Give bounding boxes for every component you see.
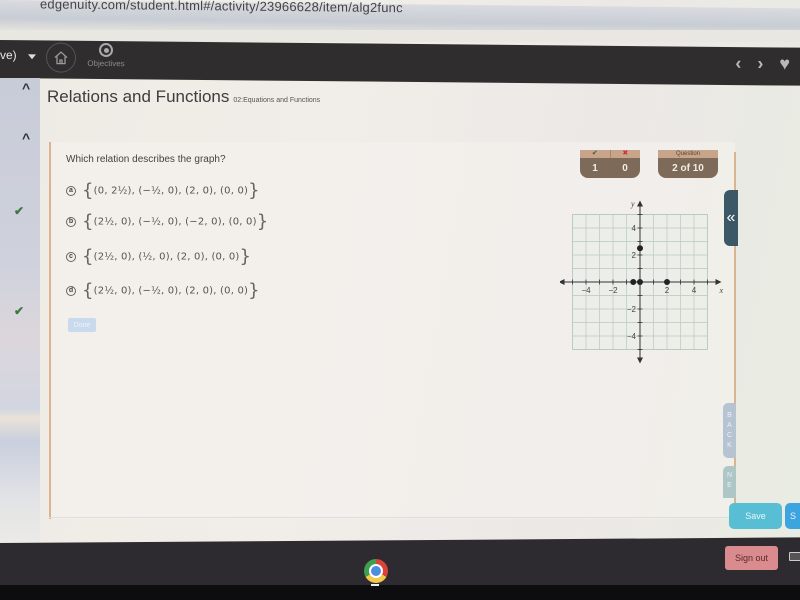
collapse-panel-tab[interactable]: « xyxy=(724,190,738,246)
user-menu-caret-icon[interactable] xyxy=(28,54,36,60)
objectives-label: Objectives xyxy=(87,58,125,69)
nav-actions: ‹ › ♥ xyxy=(735,53,790,75)
double-chevron-left-icon: « xyxy=(726,209,736,226)
radio-b[interactable]: b xyxy=(66,216,76,227)
x-axis-label: x xyxy=(719,286,724,295)
question-prompt: Which relation describes the graph? xyxy=(66,154,226,165)
score-panel: ✔ ✖ 1 0 xyxy=(580,150,640,178)
completed-check-icon: ✔ xyxy=(14,204,25,218)
chrome-browser-icon[interactable] xyxy=(364,559,388,583)
incorrect-count: 0 xyxy=(622,162,628,174)
active-app-indicator xyxy=(371,584,379,586)
submit-button[interactable]: S xyxy=(785,503,800,529)
done-button[interactable]: Done xyxy=(68,318,96,332)
unit-subtitle: 02:Equations and Functions xyxy=(233,97,321,104)
answer-option-c[interactable]: c {(2½, 0), (½, 0), (2, 0), (0, 0)} xyxy=(66,246,251,267)
target-icon xyxy=(99,42,113,58)
url-text[interactable]: edgenuity.com/student.html#/activity/239… xyxy=(40,0,403,15)
collapse-header-chevron-up-icon[interactable]: ^ xyxy=(22,80,30,96)
sign-out-button[interactable]: Sign out xyxy=(725,546,778,570)
home-icon xyxy=(54,51,68,65)
top-navigation-bar: ve) Objectives ‹ › ♥ xyxy=(0,40,800,86)
answer-option-d[interactable]: d {(2½, 0), (−½, 0), (2, 0), (0, 0)} xyxy=(66,280,260,301)
taskbar-bezel xyxy=(0,585,800,600)
option-b-set: {(2½, 0), (−½, 0), (−2, 0), (0, 0)} xyxy=(82,211,269,232)
x-tick-label: 4 xyxy=(692,286,697,295)
keyboard-icon[interactable] xyxy=(789,552,800,561)
back-tab[interactable]: B A C K xyxy=(723,403,736,458)
data-point xyxy=(637,279,643,285)
radio-c[interactable]: c xyxy=(66,251,76,262)
x-tick-label: 2 xyxy=(665,286,670,295)
lesson-title: Relations and Functions xyxy=(47,87,230,106)
question-progress-panel: Question 2 of 10 xyxy=(658,150,718,178)
answer-option-b[interactable]: b {(2½, 0), (−½, 0), (−2, 0), (0, 0)} xyxy=(66,211,268,232)
x-tick-label: −2 xyxy=(608,286,618,295)
next-activity-icon[interactable]: › xyxy=(757,53,763,74)
card-bottom-divider xyxy=(49,517,735,518)
answer-option-a[interactable]: a {(0, 2½), (−½, 0), (2, 0), (0, 0)} xyxy=(66,180,260,201)
correct-count: 1 xyxy=(592,162,598,174)
data-point xyxy=(630,279,637,285)
question-progress: 2 of 10 xyxy=(672,162,704,174)
x-axis-arrow-left xyxy=(560,279,565,285)
y-axis-arrow-up xyxy=(637,200,643,207)
correct-check-icon: ✔ xyxy=(580,150,611,158)
x-axis-arrow-right xyxy=(715,279,722,285)
option-d-set: {(2½, 0), (−½, 0), (2, 0), (0, 0)} xyxy=(82,280,260,301)
y-tick-label: −2 xyxy=(627,305,637,314)
previous-activity-icon[interactable]: ‹ xyxy=(735,53,741,74)
incorrect-x-icon: ✖ xyxy=(622,150,629,157)
objectives-button[interactable]: Objectives xyxy=(84,42,128,69)
page-title: Relations and Functions 02:Equations and … xyxy=(47,87,320,107)
data-point xyxy=(637,245,643,252)
next-tab[interactable]: N E xyxy=(723,466,736,498)
collapse-question-chevron-up-icon[interactable]: ^ xyxy=(22,130,30,146)
y-tick-label: −4 xyxy=(627,332,637,341)
radio-d[interactable]: d xyxy=(66,285,76,296)
completed-check-icon: ✔ xyxy=(14,304,25,318)
y-axis-arrow-down xyxy=(637,357,643,364)
heart-icon[interactable]: ♥ xyxy=(779,53,790,74)
user-menu-label[interactable]: ve) xyxy=(0,48,17,62)
option-c-set: {(2½, 0), (½, 0), (2, 0), (0, 0)} xyxy=(82,246,252,267)
y-tick-label: 2 xyxy=(632,251,637,260)
coordinate-graph: −4 −2 2 4 4 2 −2 −4 x y xyxy=(560,200,724,364)
y-axis-label: y xyxy=(630,200,635,209)
question-header: Question xyxy=(658,150,718,158)
home-button[interactable] xyxy=(46,42,76,73)
data-point xyxy=(664,279,670,285)
x-tick-label: −4 xyxy=(581,286,591,295)
y-tick-label: 4 xyxy=(632,224,637,233)
activity-sidebar: ^ ^ ✔ ✔ xyxy=(0,78,40,550)
option-a-set: {(0, 2½), (−½, 0), (2, 0), (0, 0)} xyxy=(82,180,260,201)
radio-a[interactable]: a xyxy=(66,185,76,196)
save-button[interactable]: Save xyxy=(729,503,782,529)
